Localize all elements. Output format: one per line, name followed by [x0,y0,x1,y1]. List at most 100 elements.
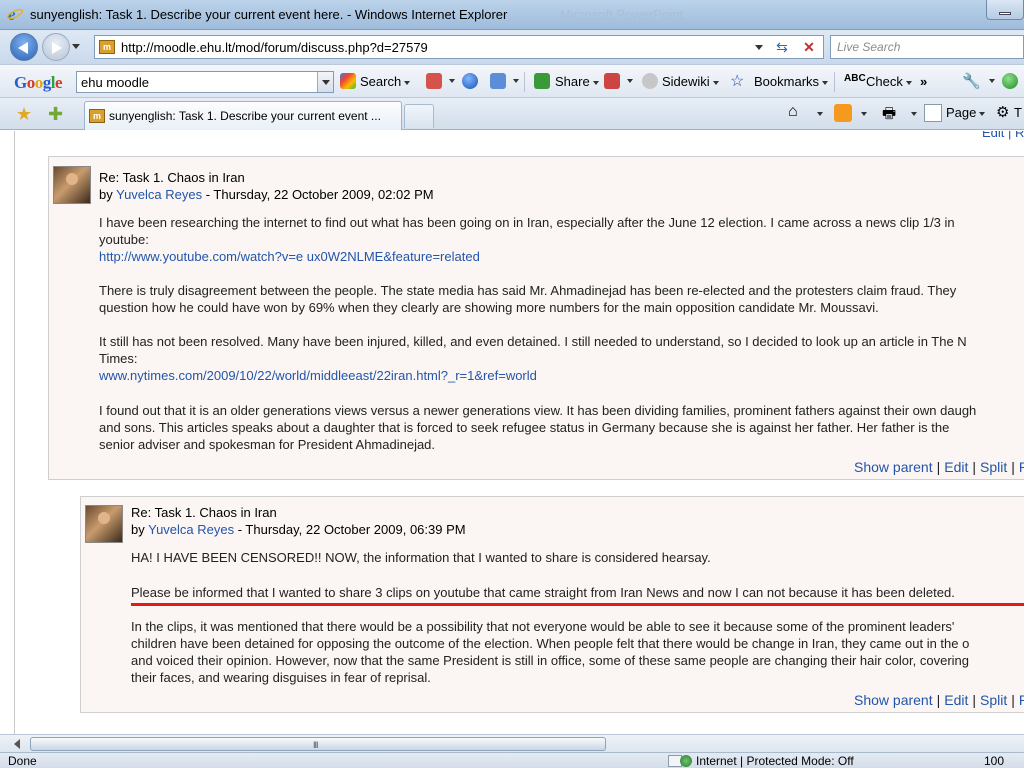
address-url[interactable]: http://moodle.ehu.lt/mod/forum/discuss.p… [121,40,428,55]
tab-active[interactable]: m sunyenglish: Task 1. Describe your cur… [84,101,402,130]
page-menu[interactable]: Page [946,105,986,120]
bookmarks-star-icon[interactable]: ☆ [730,71,744,91]
feeds-dropdown-icon[interactable] [861,112,867,116]
status-text: Done [8,754,37,768]
tab-label: sunyenglish: Task 1. Describe your curre… [109,109,381,123]
ghost-window-title: Microsoft PowerPoint [560,7,683,22]
post-text-line: youtube: [99,232,149,247]
post-text-line: HA! I HAVE BEEN CENSORED!! NOW, the info… [131,550,711,565]
check-button[interactable]: Check [866,74,912,89]
feeds-icon[interactable] [834,104,852,122]
google-logo: Google [14,73,63,92]
translate-icon[interactable] [604,73,620,89]
horizontal-scrollbar[interactable]: III [0,734,1024,752]
post-footer-links: Show parent | Edit | Split | R [854,692,1024,708]
post-text-line: Times: [99,351,138,366]
previous-post-links[interactable]: Edit | R [982,131,1024,140]
red-underline [131,603,1024,606]
live-search-placeholder: Live Search [837,40,901,54]
post-subject: Re: Task 1. Chaos in Iran [131,505,277,520]
share-button[interactable]: Share [555,74,599,89]
title-bar: e sunyenglish: Task 1. Describe your cur… [0,0,1024,30]
tools-menu[interactable]: T [1014,105,1022,120]
tools-gear-icon[interactable]: ⚙ [996,103,1009,121]
home-icon[interactable]: ⌂ [788,103,798,121]
bookmarks-button[interactable]: Bookmarks [754,74,829,89]
signin-status-icon[interactable] [1002,73,1018,89]
split-link[interactable]: Split [980,459,1007,475]
reply-link[interactable]: R [1019,459,1024,475]
translate-dropdown-icon[interactable] [627,79,633,83]
forward-arrow-icon [52,42,62,54]
reply-link[interactable]: R [1019,692,1024,708]
post-footer-links: Show parent | Edit | Split | R [854,459,1024,475]
add-button-icon[interactable] [490,73,506,89]
stop-icon[interactable]: ✕ [799,38,819,56]
settings-dropdown-icon[interactable] [989,79,995,83]
print-icon[interactable]: 🖶 [882,103,896,128]
status-bar: Done Internet | Protected Mode: Off 100 [0,752,1024,768]
address-dropdown-icon[interactable] [755,45,763,50]
toolbar-divider [834,72,835,92]
google-search-input[interactable]: ehu moodle [76,71,334,93]
history-dropdown-icon[interactable] [72,44,80,49]
post-text-line: their faces, and wearing disguises in fe… [131,670,431,685]
show-parent-link[interactable]: Show parent [854,459,933,475]
wrench-icon[interactable]: 🔧 [962,72,981,90]
youtube-link[interactable]: http://www.youtube.com/watch?v=e ux0W2NL… [99,249,480,264]
new-tab-button[interactable] [404,104,434,128]
google-search-icon[interactable] [340,73,356,89]
show-parent-link[interactable]: Show parent [854,692,933,708]
google-search-dropdown-icon[interactable] [317,72,333,92]
post-text-line: question how he could have won by 69% wh… [99,300,879,315]
security-zone[interactable]: Internet | Protected Mode: Off [696,754,854,768]
scrollbar-thumb[interactable]: III [30,737,606,751]
toolbar-divider [524,72,525,92]
author-link[interactable]: Yuvelca Reyes [116,187,202,202]
sidewiki-button[interactable]: Sidewiki [662,74,719,89]
pagerank-dropdown-icon[interactable] [449,79,455,83]
favorites-star-icon[interactable]: ★ [16,104,32,125]
forum-post: Re: Task 1. Chaos in Iran by Yuvelca Rey… [48,156,1024,480]
home-dropdown-icon[interactable] [817,112,823,116]
edit-link[interactable]: Edit [944,459,968,475]
print-dropdown-icon[interactable] [911,112,917,116]
sidewiki-icon[interactable] [642,73,658,89]
pagerank-icon[interactable] [426,73,442,89]
tab-favicon-icon: m [89,109,105,123]
toolbar-more-button[interactable]: » [920,74,927,89]
zoom-level[interactable]: 100 [984,754,1004,768]
avatar[interactable] [53,166,91,204]
edit-link[interactable]: Edit [944,692,968,708]
post-text-line: It still has not been resolved. Many hav… [99,334,967,349]
site-favicon-icon: m [99,40,115,54]
google-search-button[interactable]: Search [360,74,411,89]
minimize-button[interactable] [986,0,1024,20]
page-icon [924,104,942,122]
ie-logo-icon: e [6,5,24,23]
back-button[interactable] [10,33,38,61]
post-byline: by Yuvelca Reyes - Thursday, 22 October … [131,522,466,537]
post-text-line: In the clips, it was mentioned that ther… [131,619,955,634]
address-bar[interactable]: m http://moodle.ehu.lt/mod/forum/discuss… [94,35,824,59]
add-dropdown-icon[interactable] [513,79,519,83]
globe-icon[interactable] [462,73,478,89]
forum-post: Re: Task 1. Chaos in Iran by Yuvelca Rey… [80,496,1024,713]
refresh-icon[interactable]: ⇆ [771,38,793,56]
avatar[interactable] [85,505,123,543]
author-link[interactable]: Yuvelca Reyes [148,522,234,537]
scroll-left-arrow-icon[interactable] [14,739,20,749]
post-text-line: There is truly disagreement between the … [99,283,957,298]
forward-button[interactable] [42,33,70,61]
nytimes-link[interactable]: www.nytimes.com/2009/10/22/world/middlee… [99,368,537,383]
address-row: m http://moodle.ehu.lt/mod/forum/discuss… [0,30,1024,64]
google-search-value[interactable]: ehu moodle [81,75,149,90]
live-search-input[interactable]: Live Search [830,35,1024,59]
share-icon[interactable] [534,73,550,89]
post-text-line: and voiced their opinion. However, now t… [131,653,970,668]
split-link[interactable]: Split [980,692,1007,708]
post-text-line: children have been detained for opposing… [131,636,970,651]
window-title: sunyenglish: Task 1. Describe your curre… [30,7,508,22]
add-favorite-icon[interactable]: ✚ [48,104,63,125]
spellcheck-icon[interactable]: ABC [844,73,866,84]
